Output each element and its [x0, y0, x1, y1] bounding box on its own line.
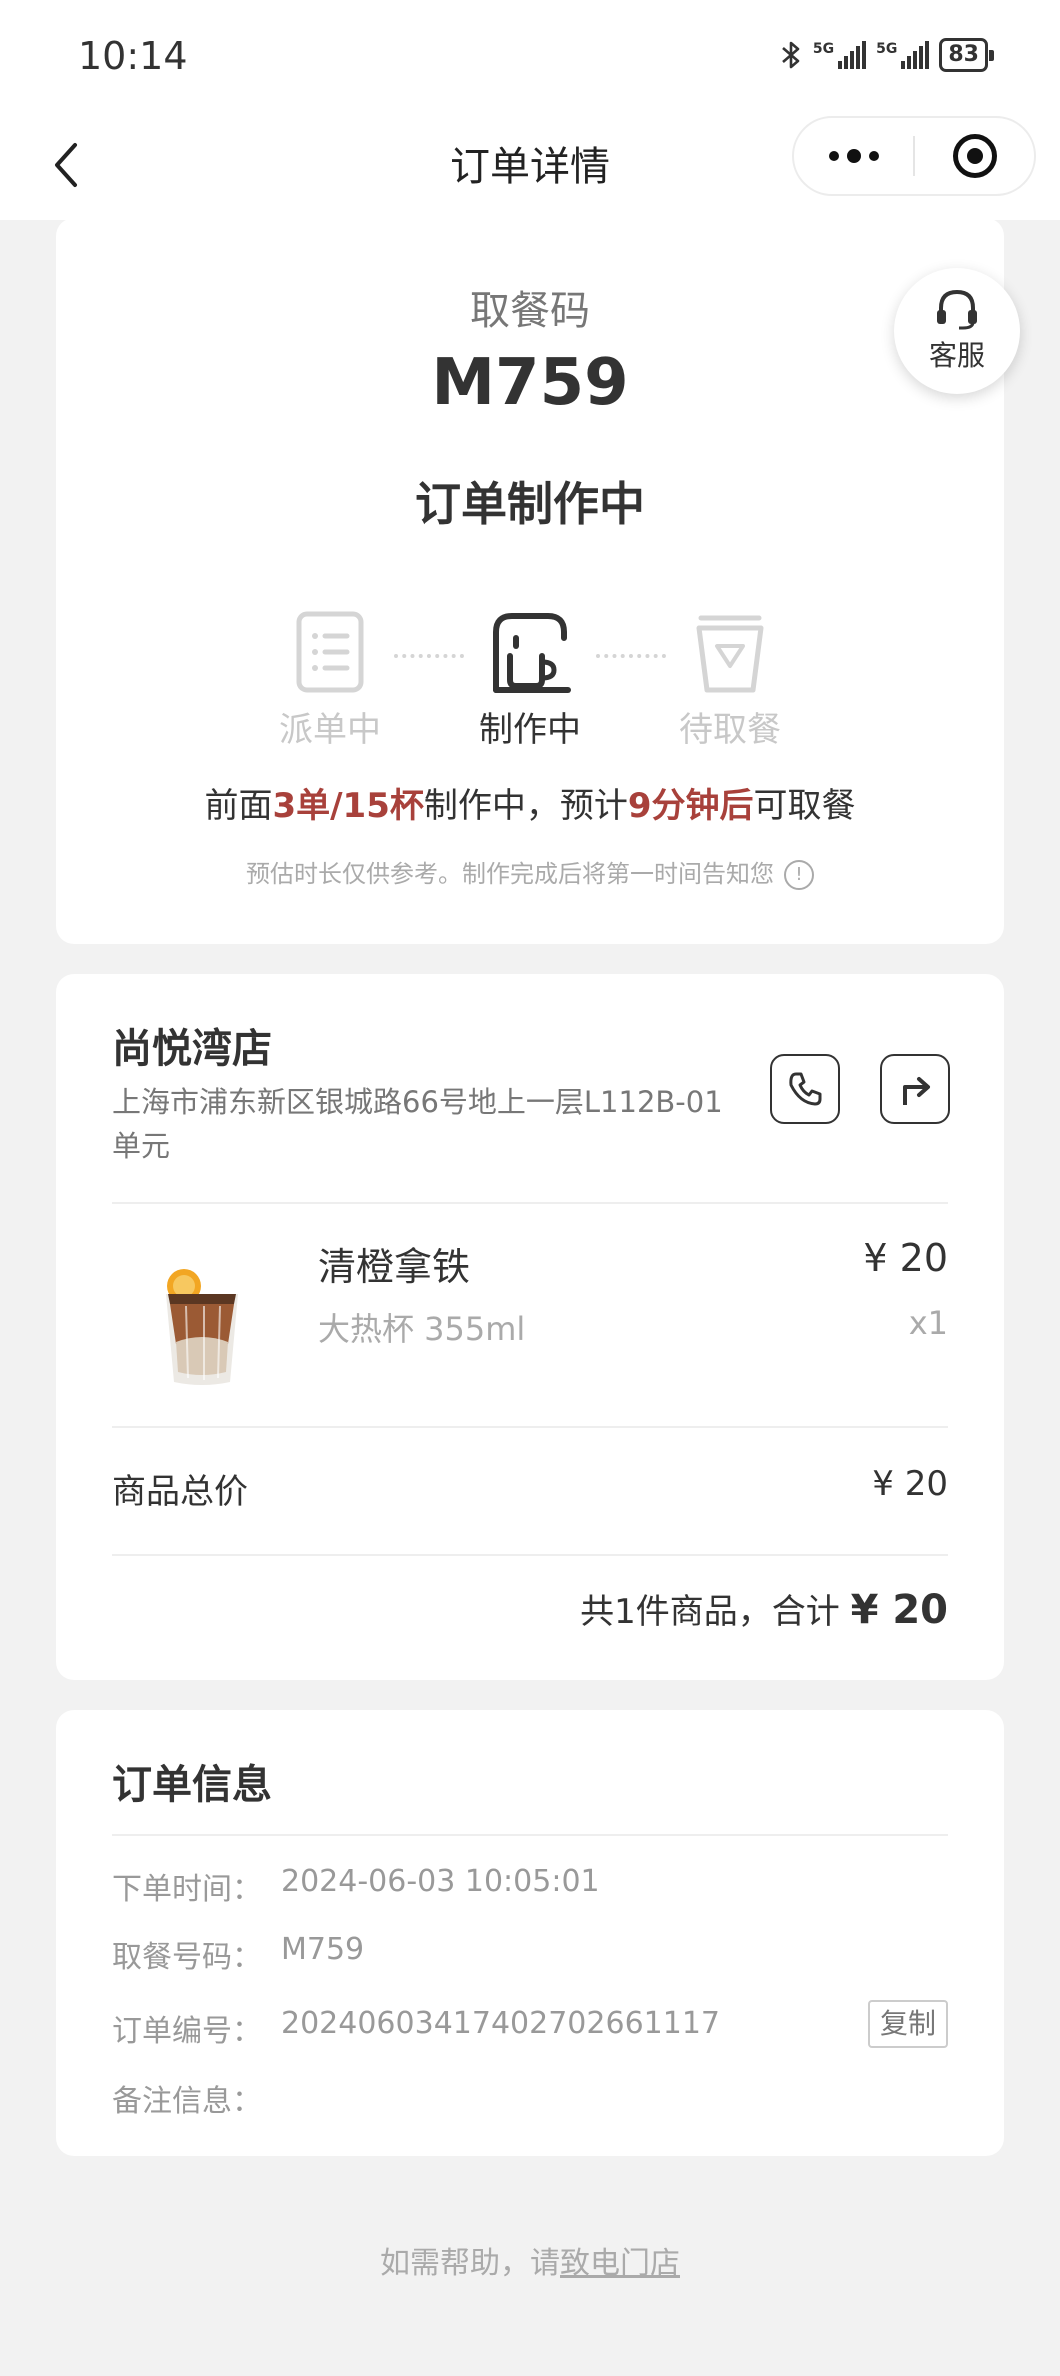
store-name: 尚悦湾店: [112, 1026, 272, 1072]
step-label-dispatching: 派单中: [279, 710, 381, 750]
step-label-making: 制作中: [479, 710, 581, 750]
coffee-machine-icon: [493, 613, 571, 693]
signal-icon: 5G: [876, 41, 930, 69]
subtotal-label: 商品总价: [112, 1472, 248, 1512]
divider: [112, 1554, 948, 1556]
back-button[interactable]: [36, 132, 96, 198]
order-list-icon: [296, 611, 364, 693]
pickup-code-label: 取餐码: [470, 288, 590, 334]
product-price: ¥ 20: [863, 1236, 948, 1280]
order-info-title: 订单信息: [112, 1762, 272, 1808]
close-mini-program-icon: [952, 134, 997, 178]
more-icon: [828, 151, 839, 161]
estimate-note: 预估时长仅供参考。制作完成后将第一时间告知您!: [56, 854, 1004, 890]
close-mini-program-button[interactable]: [915, 118, 1034, 194]
step-connector: [596, 654, 666, 658]
product-quantity: x1: [908, 1304, 948, 1342]
pickup-card: 取餐码 M759 订单制作中 派单中 制作中 待取餐 前面3单/15杯制作中，预…: [56, 218, 1004, 944]
help-text: 如需帮助，请致电门店: [380, 2246, 680, 2281]
divider: [112, 1834, 948, 1836]
call-store-link[interactable]: 致电门店: [560, 2246, 680, 2281]
step-dispatching: 派单中: [260, 610, 400, 751]
battery-level: 83: [948, 42, 979, 67]
back-arrow-icon: [55, 143, 77, 187]
status-icons: 5G 5G 83: [779, 38, 994, 72]
status-bar: 10:14 5G 5G 83: [0, 0, 1060, 110]
order-time-value: 2024-06-03 10:05:01: [281, 1864, 600, 1899]
pickup-cup-icon: [696, 615, 764, 693]
product-image: [166, 1269, 238, 1385]
product-spec: 大热杯 355ml: [318, 1310, 526, 1348]
step-making: 制作中: [460, 610, 600, 751]
queue-estimate: 前面3单/15杯制作中，预计9分钟后可取餐: [204, 786, 856, 826]
mini-program-capsule: [792, 116, 1036, 196]
navigate-store-button[interactable]: [880, 1054, 950, 1124]
subtotal-value: ¥ 20: [872, 1464, 948, 1504]
order-number-value: 20240603417402702661117: [281, 2006, 720, 2041]
pickup-number-label: 取餐号码：: [112, 1940, 262, 1975]
bluetooth-icon: [782, 41, 800, 69]
step-label-ready: 待取餐: [679, 710, 781, 750]
remark-label: 备注信息：: [112, 2084, 262, 2119]
more-button[interactable]: [794, 118, 913, 194]
signal-icon: 5G: [813, 41, 867, 69]
order-number-label: 订单编号：: [112, 2014, 262, 2049]
order-status: 订单制作中: [415, 477, 645, 531]
order-info-card: 订单信息 下单时间： 2024-06-03 10:05:01 取餐号码： M75…: [56, 1710, 1004, 2156]
info-icon[interactable]: !: [784, 860, 814, 890]
call-store-button[interactable]: [770, 1054, 840, 1124]
queue-count: 3单/15杯: [272, 786, 424, 826]
phone-icon: [789, 1072, 822, 1106]
step-connector: [394, 654, 464, 658]
pickup-number-value: M759: [281, 1932, 365, 1967]
divider: [112, 1426, 948, 1428]
store-card: 尚悦湾店 上海市浦东新区银城路66号地上一层L112B-01单元 清橙拿铁 大热…: [56, 974, 1004, 1680]
store-address: 上海市浦东新区银城路66号地上一层L112B-01单元: [112, 1085, 723, 1163]
total-amount: ¥ 20: [850, 1587, 948, 1633]
navigation-icon: [903, 1077, 930, 1105]
nav-bar: 订单详情: [0, 110, 1060, 220]
divider: [112, 1202, 948, 1204]
order-time-label: 下单时间：: [112, 1872, 262, 1907]
estimated-wait: 9分钟后: [627, 786, 754, 826]
battery-icon: 83: [939, 38, 994, 72]
headset-icon: [937, 289, 977, 330]
customer-service-label: 客服: [928, 339, 985, 372]
order-total: 共1件商品，合计 ¥ 20: [580, 1587, 948, 1633]
pickup-code: M759: [431, 346, 629, 420]
product-name: 清橙拿铁: [318, 1245, 471, 1289]
step-ready: 待取餐: [660, 610, 800, 751]
customer-service-button[interactable]: 客服: [894, 268, 1020, 394]
status-time: 10:14: [78, 34, 188, 78]
copy-button[interactable]: 复制: [868, 2000, 948, 2048]
